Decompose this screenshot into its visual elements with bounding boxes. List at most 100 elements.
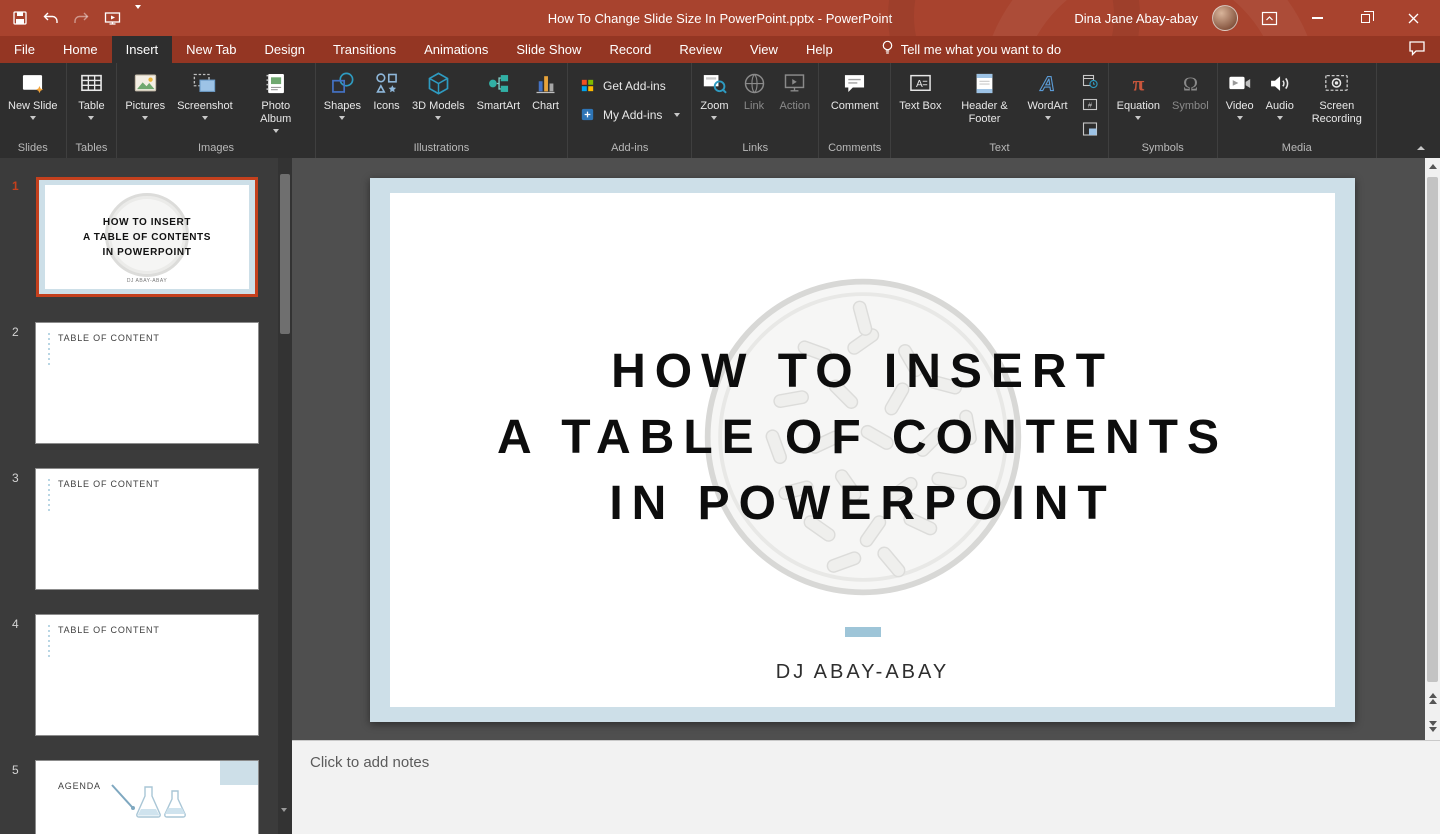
chevron-down-icon <box>1135 116 1141 120</box>
shapes-button[interactable]: Shapes <box>319 65 366 122</box>
tab-transitions[interactable]: Transitions <box>319 36 410 63</box>
icons-button[interactable]: Icons <box>368 65 405 115</box>
tab-file[interactable]: File <box>0 36 49 63</box>
tell-me-box[interactable]: Tell me what you want to do <box>881 36 1061 63</box>
smartart-button[interactable]: SmartArt <box>472 65 525 115</box>
tab-new-tab[interactable]: New Tab <box>172 36 250 63</box>
header-footer-button[interactable]: Header & Footer <box>948 65 1020 128</box>
screen-recording-button[interactable]: Screen Recording <box>1301 65 1373 128</box>
group-label-add-ins: Add-ins <box>571 141 688 158</box>
tab-review[interactable]: Review <box>665 36 736 63</box>
slide-thumbnail-2[interactable]: TABLE OF CONTENT <box>36 323 258 443</box>
chart-icon <box>532 70 559 97</box>
start-slideshow-icon[interactable] <box>104 11 121 26</box>
date-and-time-button[interactable] <box>1079 71 1101 91</box>
slide-thumbnail-4[interactable]: TABLE OF CONTENT <box>36 615 258 735</box>
ribbon-tab-bar: File Home Insert New Tab Design Transiti… <box>0 36 1440 63</box>
chevron-down-icon <box>1045 116 1051 120</box>
tab-design[interactable]: Design <box>251 36 319 63</box>
equation-button[interactable]: π Equation <box>1112 65 1165 122</box>
thumb4-title: TABLE OF CONTENT <box>58 625 160 635</box>
get-add-ins-button[interactable]: Get Add-ins <box>579 77 680 94</box>
thumbnail-row-1: 1 HOW TO INSERT A TABLE OF CONTENTS IN P… <box>0 177 278 297</box>
tab-home[interactable]: Home <box>49 36 112 63</box>
scroll-up-button[interactable] <box>1425 158 1440 175</box>
ribbon-group-tables: Table Tables <box>67 63 118 158</box>
canvas-scrollbar[interactable] <box>1425 158 1440 740</box>
my-add-ins-button[interactable]: My Add-ins <box>579 106 680 123</box>
tab-record[interactable]: Record <box>595 36 665 63</box>
audio-button[interactable]: Audio <box>1261 65 1299 122</box>
audio-icon <box>1266 70 1293 97</box>
thumb1-title: HOW TO INSERT A TABLE OF CONTENTS IN POW… <box>45 215 249 260</box>
video-button[interactable]: Video <box>1221 65 1259 122</box>
slide-author-textbox[interactable]: DJ ABAY-ABAY <box>390 661 1335 684</box>
3d-models-button[interactable]: 3D Models <box>407 65 470 122</box>
chevron-down-icon <box>674 113 680 117</box>
canvas-scrollbar-thumb[interactable] <box>1427 177 1438 682</box>
pictures-button[interactable]: Pictures <box>120 65 170 122</box>
account-user-name[interactable]: Dina Jane Abay-abay <box>1074 11 1198 26</box>
notes-placeholder[interactable]: Click to add notes <box>310 754 429 771</box>
tab-slide-show[interactable]: Slide Show <box>502 36 595 63</box>
object-button[interactable] <box>1079 119 1101 139</box>
svg-text:Ω: Ω <box>1183 73 1198 95</box>
wordart-icon: A <box>1034 70 1061 97</box>
slide[interactable]: HOW TO INSERT A TABLE OF CONTENTS IN POW… <box>370 178 1355 722</box>
screen-recording-icon <box>1323 70 1350 97</box>
thumbnail-row-5: 5 AGENDA <box>0 761 278 834</box>
thumb5-flask-illustration <box>106 783 196 829</box>
slide-title-textbox[interactable]: HOW TO INSERT A TABLE OF CONTENTS IN POW… <box>390 339 1335 537</box>
table-button[interactable]: Table <box>73 65 110 122</box>
svg-text:A: A <box>916 79 923 90</box>
next-slide-button[interactable] <box>1425 712 1440 740</box>
user-avatar[interactable] <box>1212 5 1238 31</box>
tab-view[interactable]: View <box>736 36 792 63</box>
thumb-accent-dots <box>48 333 50 367</box>
zoom-button[interactable]: Zoom <box>695 65 733 122</box>
minimize-button[interactable] <box>1300 5 1334 31</box>
tab-insert[interactable]: Insert <box>112 36 173 63</box>
svg-text:A: A <box>1039 73 1055 95</box>
screenshot-button[interactable]: Screenshot <box>172 65 238 122</box>
comment-button[interactable]: Comment <box>826 65 884 115</box>
link-button: Link <box>736 65 773 115</box>
slide-thumbnail-3[interactable]: TABLE OF CONTENT <box>36 469 258 589</box>
restore-button[interactable] <box>1348 5 1382 31</box>
chevron-down-icon <box>88 116 94 120</box>
save-icon[interactable] <box>12 10 28 26</box>
3d-models-icon <box>425 70 452 97</box>
group-label-media: Media <box>1221 141 1373 158</box>
undo-button[interactable] <box>42 11 59 26</box>
comments-bubble-icon[interactable] <box>1408 40 1426 59</box>
thumbnail-panel-scrollbar[interactable] <box>278 158 292 834</box>
equation-icon: π <box>1125 70 1152 97</box>
wordart-button[interactable]: A WordArt <box>1022 65 1072 122</box>
close-button[interactable] <box>1396 5 1430 31</box>
customize-quick-access-icon[interactable] <box>135 9 141 27</box>
group-label-tables: Tables <box>70 141 114 158</box>
slide-editing-canvas[interactable]: HOW TO INSERT A TABLE OF CONTENTS IN POW… <box>292 158 1425 740</box>
chevron-down-icon <box>339 116 345 120</box>
slide-thumbnail-1[interactable]: HOW TO INSERT A TABLE OF CONTENTS IN POW… <box>36 177 258 297</box>
chart-button[interactable]: Chart <box>527 65 564 115</box>
slide-number-label: 5 <box>0 761 36 777</box>
notes-pane[interactable]: Click to add notes <box>292 740 1440 834</box>
thumb3-title: TABLE OF CONTENT <box>58 479 160 489</box>
collapse-ribbon-button[interactable] <box>1412 141 1430 155</box>
slide-accent-bar[interactable] <box>845 627 881 637</box>
slide-number-button[interactable]: # <box>1079 95 1101 115</box>
table-icon <box>78 70 105 97</box>
new-slide-button[interactable]: New Slide <box>3 65 63 122</box>
previous-slide-button[interactable] <box>1425 684 1440 712</box>
thumbnail-scrollbar-thumb[interactable] <box>280 174 290 334</box>
text-box-button[interactable]: A Text Box <box>894 65 946 115</box>
thumbnail-row-3: 3 TABLE OF CONTENT <box>0 469 278 589</box>
ribbon-display-options-icon[interactable] <box>1252 5 1286 31</box>
tab-animations[interactable]: Animations <box>410 36 502 63</box>
photo-album-button[interactable]: Photo Album <box>240 65 312 135</box>
tab-help[interactable]: Help <box>792 36 847 63</box>
redo-button[interactable] <box>73 11 90 26</box>
slide-thumbnail-5[interactable]: AGENDA <box>36 761 258 834</box>
slide-number-label: 4 <box>0 615 36 631</box>
